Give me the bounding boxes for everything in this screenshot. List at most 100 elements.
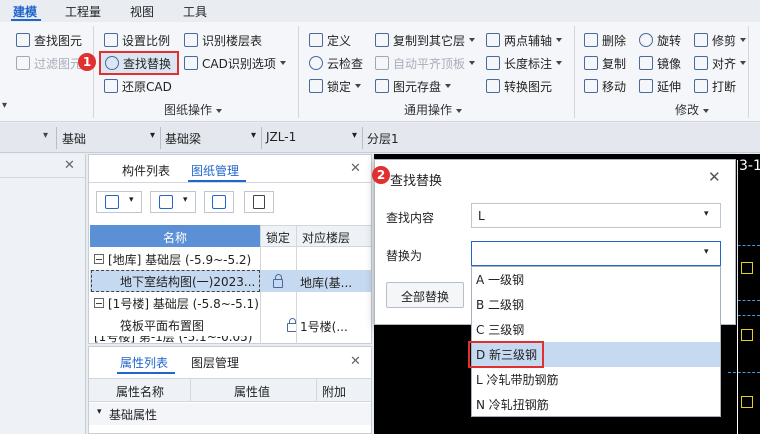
filter-layer-select[interactable]: 分层1 [367, 130, 457, 147]
break-button[interactable]: 打断 [694, 76, 736, 96]
row-floor: 1号楼(... [300, 320, 348, 334]
save-icon [375, 79, 389, 93]
filter-component-select[interactable]: 基础梁 ▾ [165, 130, 259, 147]
recognize-floor-table-button[interactable]: 识别楼层表 [184, 30, 262, 50]
menu-tools[interactable]: 工具 [183, 3, 207, 20]
dropdown-option[interactable]: C 三级钢 [472, 317, 720, 342]
search-replace-icon [105, 56, 119, 70]
find-replace-button[interactable]: 查找替换 [105, 53, 171, 73]
column-divider [316, 378, 317, 402]
filter-first-arrow[interactable]: ▾ [43, 130, 48, 141]
trim-button[interactable]: 修剪 [694, 30, 747, 50]
cad-recognition-options-button[interactable]: CAD识别选项 [184, 53, 286, 73]
chevron-down-icon: ▾ [97, 407, 102, 417]
column-divider [260, 225, 261, 344]
replace-input[interactable]: ▾ [471, 241, 721, 266]
cloud-check-button[interactable]: 云检查 [309, 53, 363, 73]
props-section-row[interactable]: ▾ 基础属性 [89, 403, 371, 425]
tab-bar-divider [89, 182, 371, 183]
row-floor: 地库(基... [300, 276, 353, 290]
move-icon [584, 79, 598, 93]
header-name: 名称 [163, 231, 188, 245]
chevron-down-icon: ▾ [704, 247, 709, 257]
auto-align-top-button[interactable]: 自动平齐顶板 [375, 53, 476, 73]
column-divider [190, 378, 191, 402]
tab-drawing-management[interactable]: 图纸管理 [191, 162, 239, 179]
mirror-button[interactable]: 镜像 [639, 53, 681, 73]
rotate-icon [639, 33, 653, 47]
header-property-name: 属性名称 [116, 385, 165, 399]
restore-icon [104, 79, 118, 93]
filter-name-select[interactable]: JZL-1 ▾ [266, 130, 360, 144]
extend-button[interactable]: 延伸 [639, 76, 681, 96]
left-navigation-panel: ✕ [0, 154, 86, 434]
edit-icon [159, 195, 173, 209]
chevron-down-icon [556, 61, 563, 65]
dropdown-option[interactable]: L 冷轧带肋钢筋 [472, 367, 720, 392]
chevron-down-icon [456, 108, 463, 113]
chevron-down-icon: ▾ [129, 195, 134, 205]
dropdown-option[interactable]: A 一级钢 [472, 267, 720, 292]
lock-icon[interactable] [273, 274, 283, 288]
add-drawing-icon [105, 195, 119, 209]
table-row[interactable]: [地库] 基础层 (-5.9~-5.2) [90, 248, 371, 270]
menu-quantity[interactable]: 工程量 [65, 3, 101, 20]
convert-icon [486, 79, 500, 93]
find-element-button[interactable]: 查找图元 [16, 30, 82, 50]
chevron-down-icon: ▾ [150, 130, 156, 141]
dialog-title: 查找替换 [390, 174, 443, 189]
two-point-axis-button[interactable]: 两点辅轴 [486, 30, 563, 50]
copy-to-other-layer-button[interactable]: 复制到其它层 [375, 30, 476, 50]
delete-drawing-button[interactable] [244, 191, 274, 213]
align-button[interactable]: 对齐 [694, 53, 747, 73]
move-button[interactable]: 移动 [584, 76, 626, 96]
convert-element-button[interactable]: 转换图元 [486, 76, 552, 96]
close-icon[interactable]: ✕ [350, 354, 361, 369]
save-element-button[interactable]: 图元存盘 [375, 76, 452, 96]
set-scale-button[interactable]: 设置比例 [104, 30, 170, 50]
length-dimension-button[interactable]: 长度标注 [486, 53, 563, 73]
tab-component-list[interactable]: 构件列表 [122, 162, 170, 179]
delete-icon [584, 33, 598, 47]
collapse-icon[interactable] [94, 298, 104, 308]
dropdown-option[interactable]: N 冷轧扭钢筋 [472, 392, 720, 417]
menu-jianmo[interactable]: 建模 [13, 3, 37, 20]
filter-element-button[interactable]: 过滤图元 [16, 53, 82, 73]
edit-drawing-button[interactable]: ▾ [150, 191, 196, 213]
replace-all-button[interactable]: 全部替换 [386, 282, 464, 308]
find-input[interactable]: L ▾ [471, 203, 721, 228]
copy-button[interactable]: 复制 [584, 53, 626, 73]
cad-yellow-box [741, 262, 753, 274]
close-icon[interactable]: ✕ [708, 168, 721, 186]
drawing-ops-group-label[interactable]: 图纸操作 [164, 101, 223, 118]
filter-type-select[interactable]: 基础 ▾ [62, 130, 158, 147]
table-row[interactable]: [1号楼] 基础层 (-5.8~-5.1) [90, 292, 371, 314]
chevron-down-icon: ▾ [704, 209, 709, 219]
general-ops-group-label[interactable]: 通用操作 [404, 101, 463, 118]
filter-icon [16, 56, 30, 70]
cad-axis-label: 3-1 [739, 158, 760, 174]
menu-view[interactable]: 视图 [130, 3, 154, 20]
tab-layer-management[interactable]: 图层管理 [191, 354, 239, 371]
modify-group-label[interactable]: 修改 [675, 101, 710, 118]
lock-button[interactable]: 锁定 [309, 76, 362, 96]
filter-separator [160, 127, 161, 149]
dropdown-option[interactable]: B 二级钢 [472, 292, 720, 317]
close-icon[interactable]: ✕ [350, 161, 361, 176]
close-icon[interactable]: ✕ [64, 158, 75, 173]
swap-drawing-button[interactable] [204, 191, 234, 213]
table-row[interactable]: [1号楼] 第-1层 (-5.1~-0.05) [90, 336, 371, 344]
delete-button[interactable]: 删除 [584, 30, 626, 50]
define-button[interactable]: 定义 [309, 30, 351, 50]
restore-cad-button[interactable]: 还原CAD [104, 76, 172, 96]
separator [574, 26, 575, 118]
filter-separator [261, 127, 262, 149]
separator [93, 26, 94, 118]
rotate-button[interactable]: 旋转 [639, 30, 681, 50]
collapse-icon[interactable] [94, 254, 104, 264]
left-group-arrow[interactable]: ▾ [2, 100, 7, 111]
column-divider [296, 225, 297, 344]
tab-property-list[interactable]: 属性列表 [120, 354, 168, 371]
add-drawing-button[interactable]: ▾ [96, 191, 142, 213]
chevron-down-icon [216, 108, 223, 113]
